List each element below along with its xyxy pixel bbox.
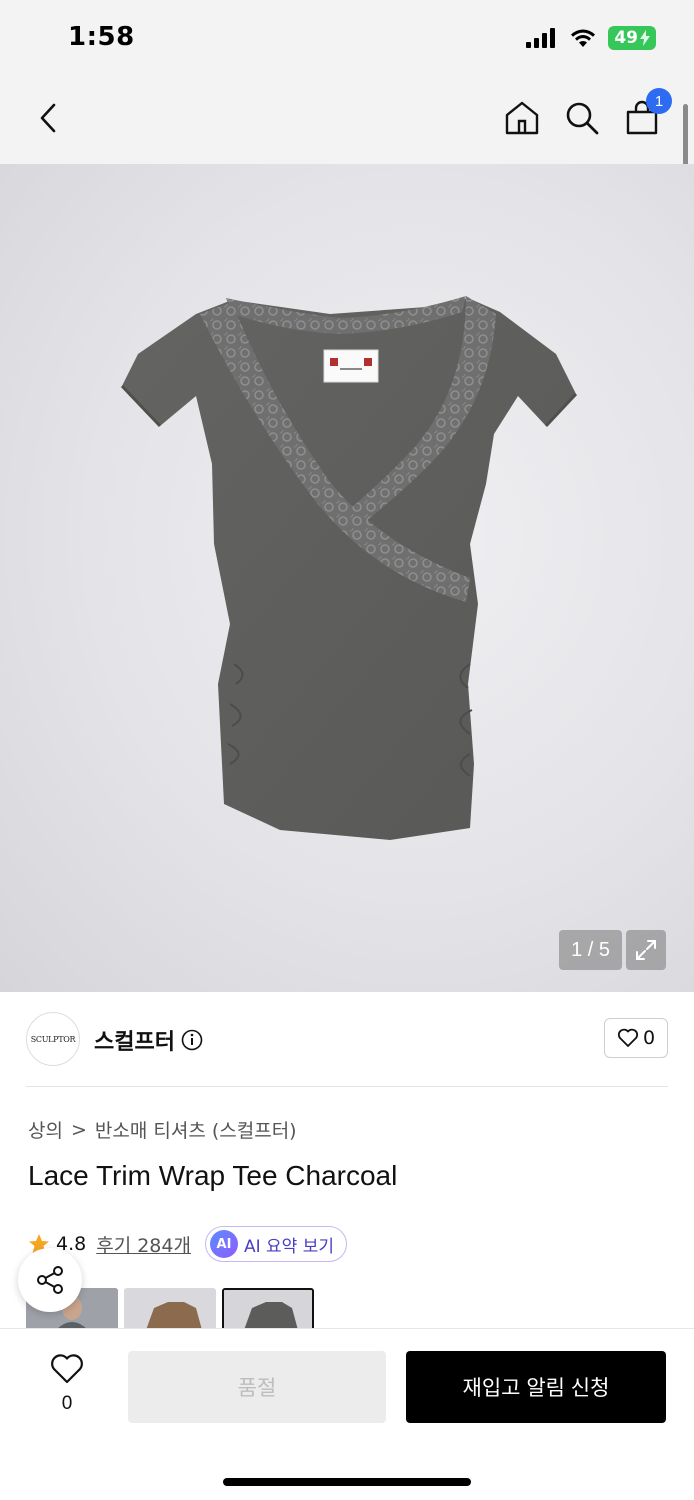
restock-alert-button[interactable]: 재입고 알림 신청 (406, 1351, 666, 1423)
status-bar: 1:58 49 (0, 0, 694, 76)
soldout-button[interactable]: 품절 (128, 1351, 386, 1423)
heart-icon (51, 1354, 83, 1384)
divider (26, 1086, 668, 1087)
wishlist-count: 0 (61, 1393, 73, 1414)
expand-image-button[interactable] (626, 930, 666, 970)
top-nav: 1 (0, 76, 694, 164)
image-counter: 1 / 5 (559, 930, 622, 970)
info-icon[interactable] (181, 1029, 203, 1051)
brand-like-count: 0 (642, 1027, 656, 1049)
back-button[interactable] (26, 96, 70, 140)
brand-link[interactable]: 스컬프터 (94, 1024, 203, 1056)
thumbnail-image (124, 1288, 216, 1330)
ai-summary-label: AI 요약 보기 (243, 1236, 334, 1257)
cart-count-badge: 1 (646, 88, 672, 114)
battery-indicator: 49 (608, 26, 656, 50)
home-icon (505, 101, 539, 135)
search-button[interactable] (560, 96, 604, 140)
status-time: 1:58 (68, 22, 135, 52)
home-indicator (223, 1478, 471, 1486)
share-button[interactable] (18, 1248, 82, 1312)
product-photo (120, 296, 578, 840)
wishlist-button[interactable]: 0 (46, 1353, 88, 1415)
breadcrumb-separator: > (70, 1118, 87, 1141)
bottom-action-bar: 0 품절 재입고 알림 신청 (0, 1328, 694, 1500)
expand-icon (636, 940, 656, 960)
signal-icon (526, 28, 556, 48)
rating-row: 4.8 후기 284개 AI AI 요약 보기 (28, 1226, 347, 1262)
wifi-icon (571, 29, 596, 47)
brand-name: 스컬프터 (94, 1030, 175, 1055)
cart-button[interactable]: 1 (620, 88, 672, 140)
charging-icon (640, 30, 650, 46)
ai-badge: AI (209, 1230, 238, 1258)
review-count-link[interactable]: 후기 284개 (96, 1231, 191, 1258)
battery-level: 49 (614, 28, 638, 48)
product-image-gallery[interactable]: 1 / 5 (0, 164, 694, 992)
chevron-left-icon (40, 103, 56, 133)
brand-like-button[interactable]: 0 (604, 1018, 668, 1058)
heart-icon (617, 1028, 638, 1047)
search-icon (566, 102, 599, 135)
thumbnail-option-selected[interactable] (222, 1288, 314, 1330)
status-icons: 49 (526, 26, 656, 50)
brand-row: SCULPTOR 스컬프터 0 (26, 1012, 668, 1068)
product-title: Lace Trim Wrap Tee Charcoal (28, 1160, 398, 1191)
brand-logo[interactable]: SCULPTOR (26, 1012, 80, 1066)
brand-logo-text: SCULPTOR (30, 1034, 76, 1044)
ai-summary-button[interactable]: AI AI 요약 보기 (204, 1226, 347, 1262)
thumbnail-image (224, 1290, 312, 1330)
breadcrumb: 상의 > 반소매 티셔츠 (스컬프터) (28, 1116, 297, 1143)
home-button[interactable] (500, 96, 544, 140)
share-icon (37, 1266, 63, 1294)
breadcrumb-subcategory[interactable]: 반소매 티셔츠 (스컬프터) (95, 1116, 297, 1143)
breadcrumb-category[interactable]: 상의 (28, 1116, 63, 1143)
thumbnail-option[interactable] (124, 1288, 216, 1330)
